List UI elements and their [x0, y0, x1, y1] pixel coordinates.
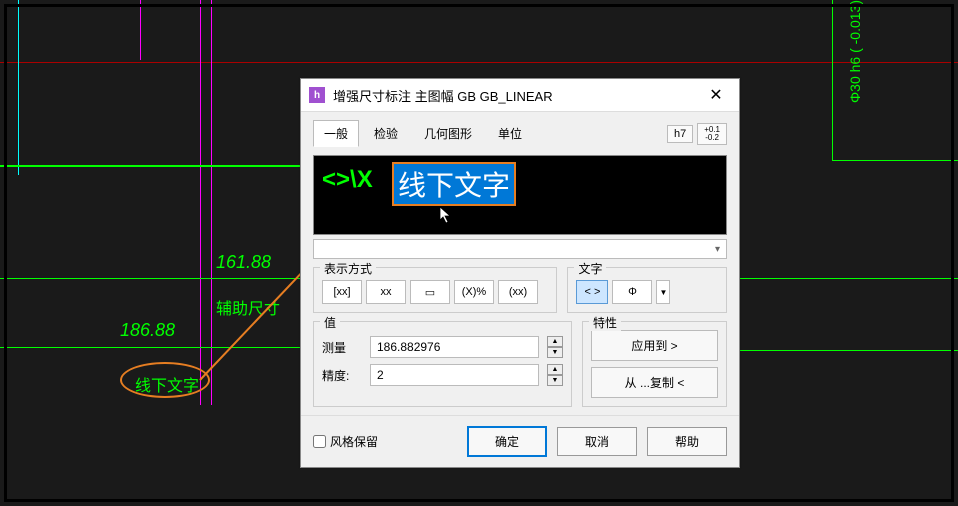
app-icon: h: [309, 87, 325, 103]
value-group-label: 值: [320, 314, 340, 331]
help-button[interactable]: 帮助: [647, 427, 727, 456]
preview-dropdown[interactable]: ▾: [313, 239, 727, 259]
cancel-button[interactable]: 取消: [557, 427, 637, 456]
text-btn-angle[interactable]: < >: [576, 280, 608, 304]
display-btn-plain[interactable]: xx: [366, 280, 406, 304]
value-group: 值 测量 ▲ ▼ 精度: ▲ ▼: [313, 321, 572, 407]
text-btn-dropdown[interactable]: ▼: [656, 280, 670, 304]
keep-style-label: 风格保留: [330, 433, 378, 450]
precision-spin-up[interactable]: ▲: [547, 364, 563, 375]
tab-geometry[interactable]: 几何图形: [413, 120, 483, 147]
ok-button[interactable]: 确定: [467, 426, 547, 457]
display-btn-paren[interactable]: (xx): [498, 280, 538, 304]
enhanced-dimension-dialog: h 增强尺寸标注 主图幅 GB GB_LINEAR ✕ 一般 检验 几何图形 单…: [300, 78, 740, 468]
measure-spin-down[interactable]: ▼: [547, 347, 563, 358]
tab-general[interactable]: 一般: [313, 120, 359, 147]
display-btn-box[interactable]: ▭: [410, 280, 450, 304]
measure-spinner[interactable]: ▲ ▼: [547, 336, 563, 358]
text-group: 文字 < > Φ ▼: [567, 267, 727, 313]
display-btn-oval-pct[interactable]: (X)%: [454, 280, 494, 304]
text-group-label: 文字: [574, 260, 606, 277]
measure-spin-up[interactable]: ▲: [547, 336, 563, 347]
tolerance-button[interactable]: +0.1 -0.2: [697, 123, 727, 145]
precision-spinner[interactable]: ▲ ▼: [547, 364, 563, 386]
precision-label: 精度:: [322, 367, 362, 384]
precision-input[interactable]: [370, 364, 539, 386]
precision-spin-down[interactable]: ▼: [547, 375, 563, 386]
dimension-2: 186.88: [120, 320, 175, 341]
preview-area[interactable]: <>\X 线下文字: [313, 155, 727, 235]
property-group-label: 特性: [589, 314, 621, 331]
property-group: 特性 应用到 > 从 ...复制 <: [582, 321, 727, 407]
apply-to-button[interactable]: 应用到 >: [591, 330, 718, 361]
measure-input[interactable]: [370, 336, 539, 358]
display-mode-label: 表示方式: [320, 260, 376, 277]
chevron-down-icon: ▾: [715, 244, 720, 255]
vertical-dimension: Φ30 h6 ( -0.013): [847, 0, 863, 103]
tab-units[interactable]: 单位: [487, 120, 533, 147]
measure-label: 测量: [322, 339, 362, 356]
display-mode-group: 表示方式 [xx] xx ▭ (X)% (xx): [313, 267, 557, 313]
close-button[interactable]: ✕: [701, 85, 731, 105]
copy-from-button[interactable]: 从 ...复制 <: [591, 367, 718, 398]
preview-prefix: <>\X: [322, 166, 373, 194]
cursor-icon: [439, 206, 453, 224]
keep-style-checkbox[interactable]: 风格保留: [313, 433, 378, 450]
tab-inspect[interactable]: 检验: [363, 120, 409, 147]
dialog-title: 增强尺寸标注 主图幅 GB GB_LINEAR: [333, 86, 701, 105]
text-btn-diameter[interactable]: Φ: [612, 280, 652, 304]
h7-button[interactable]: h7: [667, 125, 693, 143]
titlebar[interactable]: h 增强尺寸标注 主图幅 GB GB_LINEAR ✕: [301, 79, 739, 112]
keep-style-input[interactable]: [313, 435, 326, 448]
display-btn-bracket[interactable]: [xx]: [322, 280, 362, 304]
preview-selected-text: 线下文字: [392, 162, 516, 206]
